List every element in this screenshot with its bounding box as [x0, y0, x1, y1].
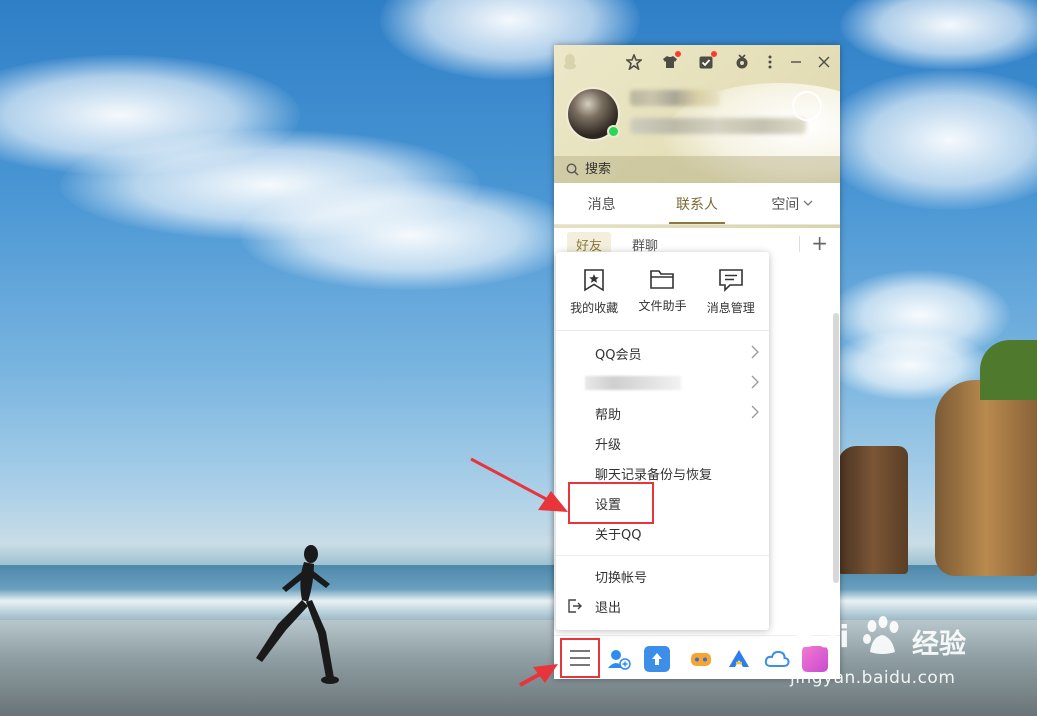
skin-shirt-icon[interactable] — [660, 51, 681, 72]
quick-action-label: 我的收藏 — [570, 301, 619, 315]
tab-contacts[interactable]: 联系人 — [649, 183, 744, 224]
star-icon[interactable] — [624, 52, 644, 72]
menu-separator — [556, 555, 769, 556]
search-bar[interactable] — [554, 156, 840, 183]
baidu-paw-icon — [863, 616, 899, 654]
quick-action-label: 文件助手 — [638, 299, 687, 313]
menu-item-label: 退出 — [595, 600, 622, 616]
app-upload-icon[interactable] — [644, 646, 670, 672]
menu-item-label: 聊天记录备份与恢复 — [595, 467, 713, 483]
signature-blurred — [630, 118, 806, 134]
bookmark-star-icon — [584, 269, 604, 292]
main-menu-button[interactable] — [560, 638, 600, 678]
cloud — [840, 0, 1037, 70]
blurred-label — [585, 376, 681, 390]
qq-penguin-icon — [560, 52, 580, 72]
add-contact-button[interactable]: + — [811, 231, 828, 255]
favorites-button[interactable]: 我的收藏 — [561, 268, 627, 330]
menu-item-label: 升级 — [595, 437, 622, 453]
cloud-icon[interactable] — [764, 646, 790, 672]
chevron-down-icon — [803, 200, 813, 206]
runner-silhouette — [256, 545, 339, 684]
cliff-grass — [980, 340, 1037, 400]
chevron-right-icon — [751, 405, 759, 419]
desktop-wallpaper — [0, 0, 1037, 716]
sea-rock — [838, 446, 908, 574]
nickname-blurred — [630, 90, 720, 106]
hamburger-menu-icon — [570, 650, 590, 666]
menu-item-exit[interactable]: 退出 — [556, 591, 769, 621]
more-icon[interactable] — [760, 52, 780, 72]
add-friend-icon[interactable] — [606, 646, 632, 672]
app-game-icon[interactable] — [688, 646, 714, 672]
settings-highlight-box — [568, 482, 654, 524]
notification-dot — [711, 51, 717, 57]
task-check-icon[interactable] — [696, 51, 717, 72]
file-assistant-button[interactable]: 文件助手 — [629, 268, 695, 330]
menu-item-label: 切换帐号 — [595, 570, 648, 586]
search-input[interactable] — [585, 162, 805, 177]
menu-item-help[interactable]: 帮助 — [556, 398, 769, 428]
menu-item-qq-vip[interactable]: QQ会员 — [556, 338, 769, 368]
quick-action-label: 消息管理 — [706, 301, 755, 315]
folder-icon — [650, 270, 675, 289]
tab-label: 消息 — [587, 196, 616, 213]
tab-label: 联系人 — [675, 196, 718, 213]
baidu-jingyan-watermark: Bai 经验 jingyan.baidu.com — [790, 612, 1030, 692]
cloud — [240, 180, 580, 290]
exit-icon — [568, 599, 582, 613]
message-manager-button[interactable]: 消息管理 — [698, 268, 764, 330]
minimize-icon[interactable] — [786, 52, 806, 72]
cloud — [820, 70, 1037, 210]
quick-actions-row: 我的收藏 文件助手 消息管理 — [556, 252, 769, 331]
app-esports-icon[interactable] — [726, 646, 752, 672]
menu-item-label: QQ会员 — [595, 347, 642, 363]
main-tabs: 消息 联系人 空间 — [554, 183, 840, 225]
message-manage-icon — [719, 269, 743, 292]
watermark-url-text: jingyan.baidu.com — [790, 668, 956, 688]
contact-list-scrollbar[interactable] — [833, 313, 839, 583]
menu-item-label: 帮助 — [595, 407, 622, 423]
weather-sun-icon[interactable] — [792, 91, 822, 121]
medal-icon[interactable] — [732, 52, 752, 72]
tab-label: 空间 — [771, 196, 800, 213]
menu-item-obscured[interactable] — [556, 368, 769, 398]
chevron-right-icon — [751, 375, 759, 389]
search-icon — [566, 163, 579, 176]
tab-messages[interactable]: 消息 — [554, 183, 649, 224]
chevron-right-icon — [751, 345, 759, 359]
menu-item-upgrade[interactable]: 升级 — [556, 428, 769, 458]
menu-item-label: 关于QQ — [595, 527, 642, 543]
close-icon[interactable] — [814, 52, 834, 72]
tab-space[interactable]: 空间 — [745, 183, 840, 224]
online-status-icon[interactable] — [607, 125, 620, 138]
menu-item-switch-account[interactable]: 切换帐号 — [556, 561, 769, 591]
notification-dot — [675, 51, 681, 57]
divider — [799, 236, 800, 252]
watermark-jingyan-text: 经验 — [912, 629, 966, 660]
watermark-logo-text: Bai — [794, 620, 851, 655]
main-menu-popup: 我的收藏 文件助手 消息管理 QQ会员 帮助 升级 聊天记录备份与恢复 设置 关… — [556, 252, 769, 630]
cliff — [935, 380, 1037, 576]
titlebar — [554, 45, 840, 79]
